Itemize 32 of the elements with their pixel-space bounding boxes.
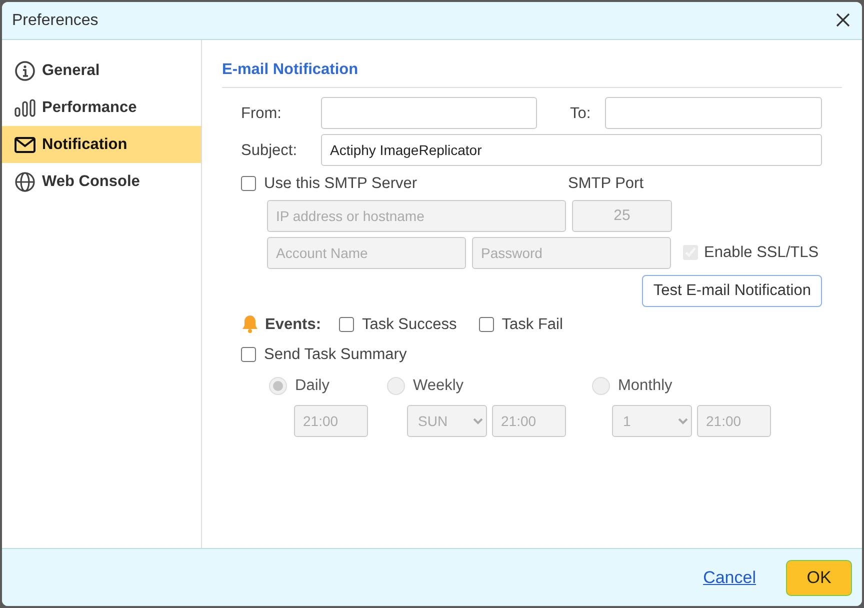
checkbox-label: Enable SSL/TLS <box>704 242 819 263</box>
bar-chart-icon <box>14 96 36 118</box>
info-icon <box>14 60 36 82</box>
field-label: To: <box>570 104 591 124</box>
radio-label: Weekly <box>413 376 464 396</box>
globe-icon <box>14 170 36 192</box>
subject-field[interactable]: Actiphy ImageReplicator <box>321 134 822 166</box>
radio-label: Daily <box>295 376 330 396</box>
events-label: Events: <box>265 314 321 334</box>
checkbox-label: Send Task Summary <box>264 344 407 365</box>
from-field[interactable] <box>321 97 537 130</box>
field-label: From: <box>241 104 282 124</box>
checkbox[interactable] <box>339 316 354 332</box>
radio-label: Monthly <box>618 376 672 396</box>
sidebar-item[interactable]: General <box>2 52 201 89</box>
close-icon <box>836 13 850 28</box>
checkbox-label: Task Success <box>362 314 457 334</box>
sidebar-item[interactable]: Performance <box>2 89 201 126</box>
window-title: Preferences <box>12 10 98 30</box>
field-label: SMTP Port <box>568 174 644 194</box>
to-field[interactable] <box>604 97 822 130</box>
field-label: Subject: <box>241 140 298 161</box>
checkbox-label: Use this SMTP Server <box>264 174 418 194</box>
checkbox[interactable] <box>478 316 494 332</box>
cancel-link[interactable]: Cancel <box>703 564 756 590</box>
sidebar-item[interactable]: Notification <box>2 126 201 163</box>
sidebar-item[interactable]: Web Console <box>2 163 201 200</box>
section-title: E-mail Notification <box>222 58 842 88</box>
test-email-button[interactable]: Test E-mail Notification <box>642 274 822 306</box>
ok-button[interactable]: OK <box>786 560 852 596</box>
bell-icon <box>241 314 259 334</box>
checkbox-label: Task Fail <box>502 314 563 334</box>
